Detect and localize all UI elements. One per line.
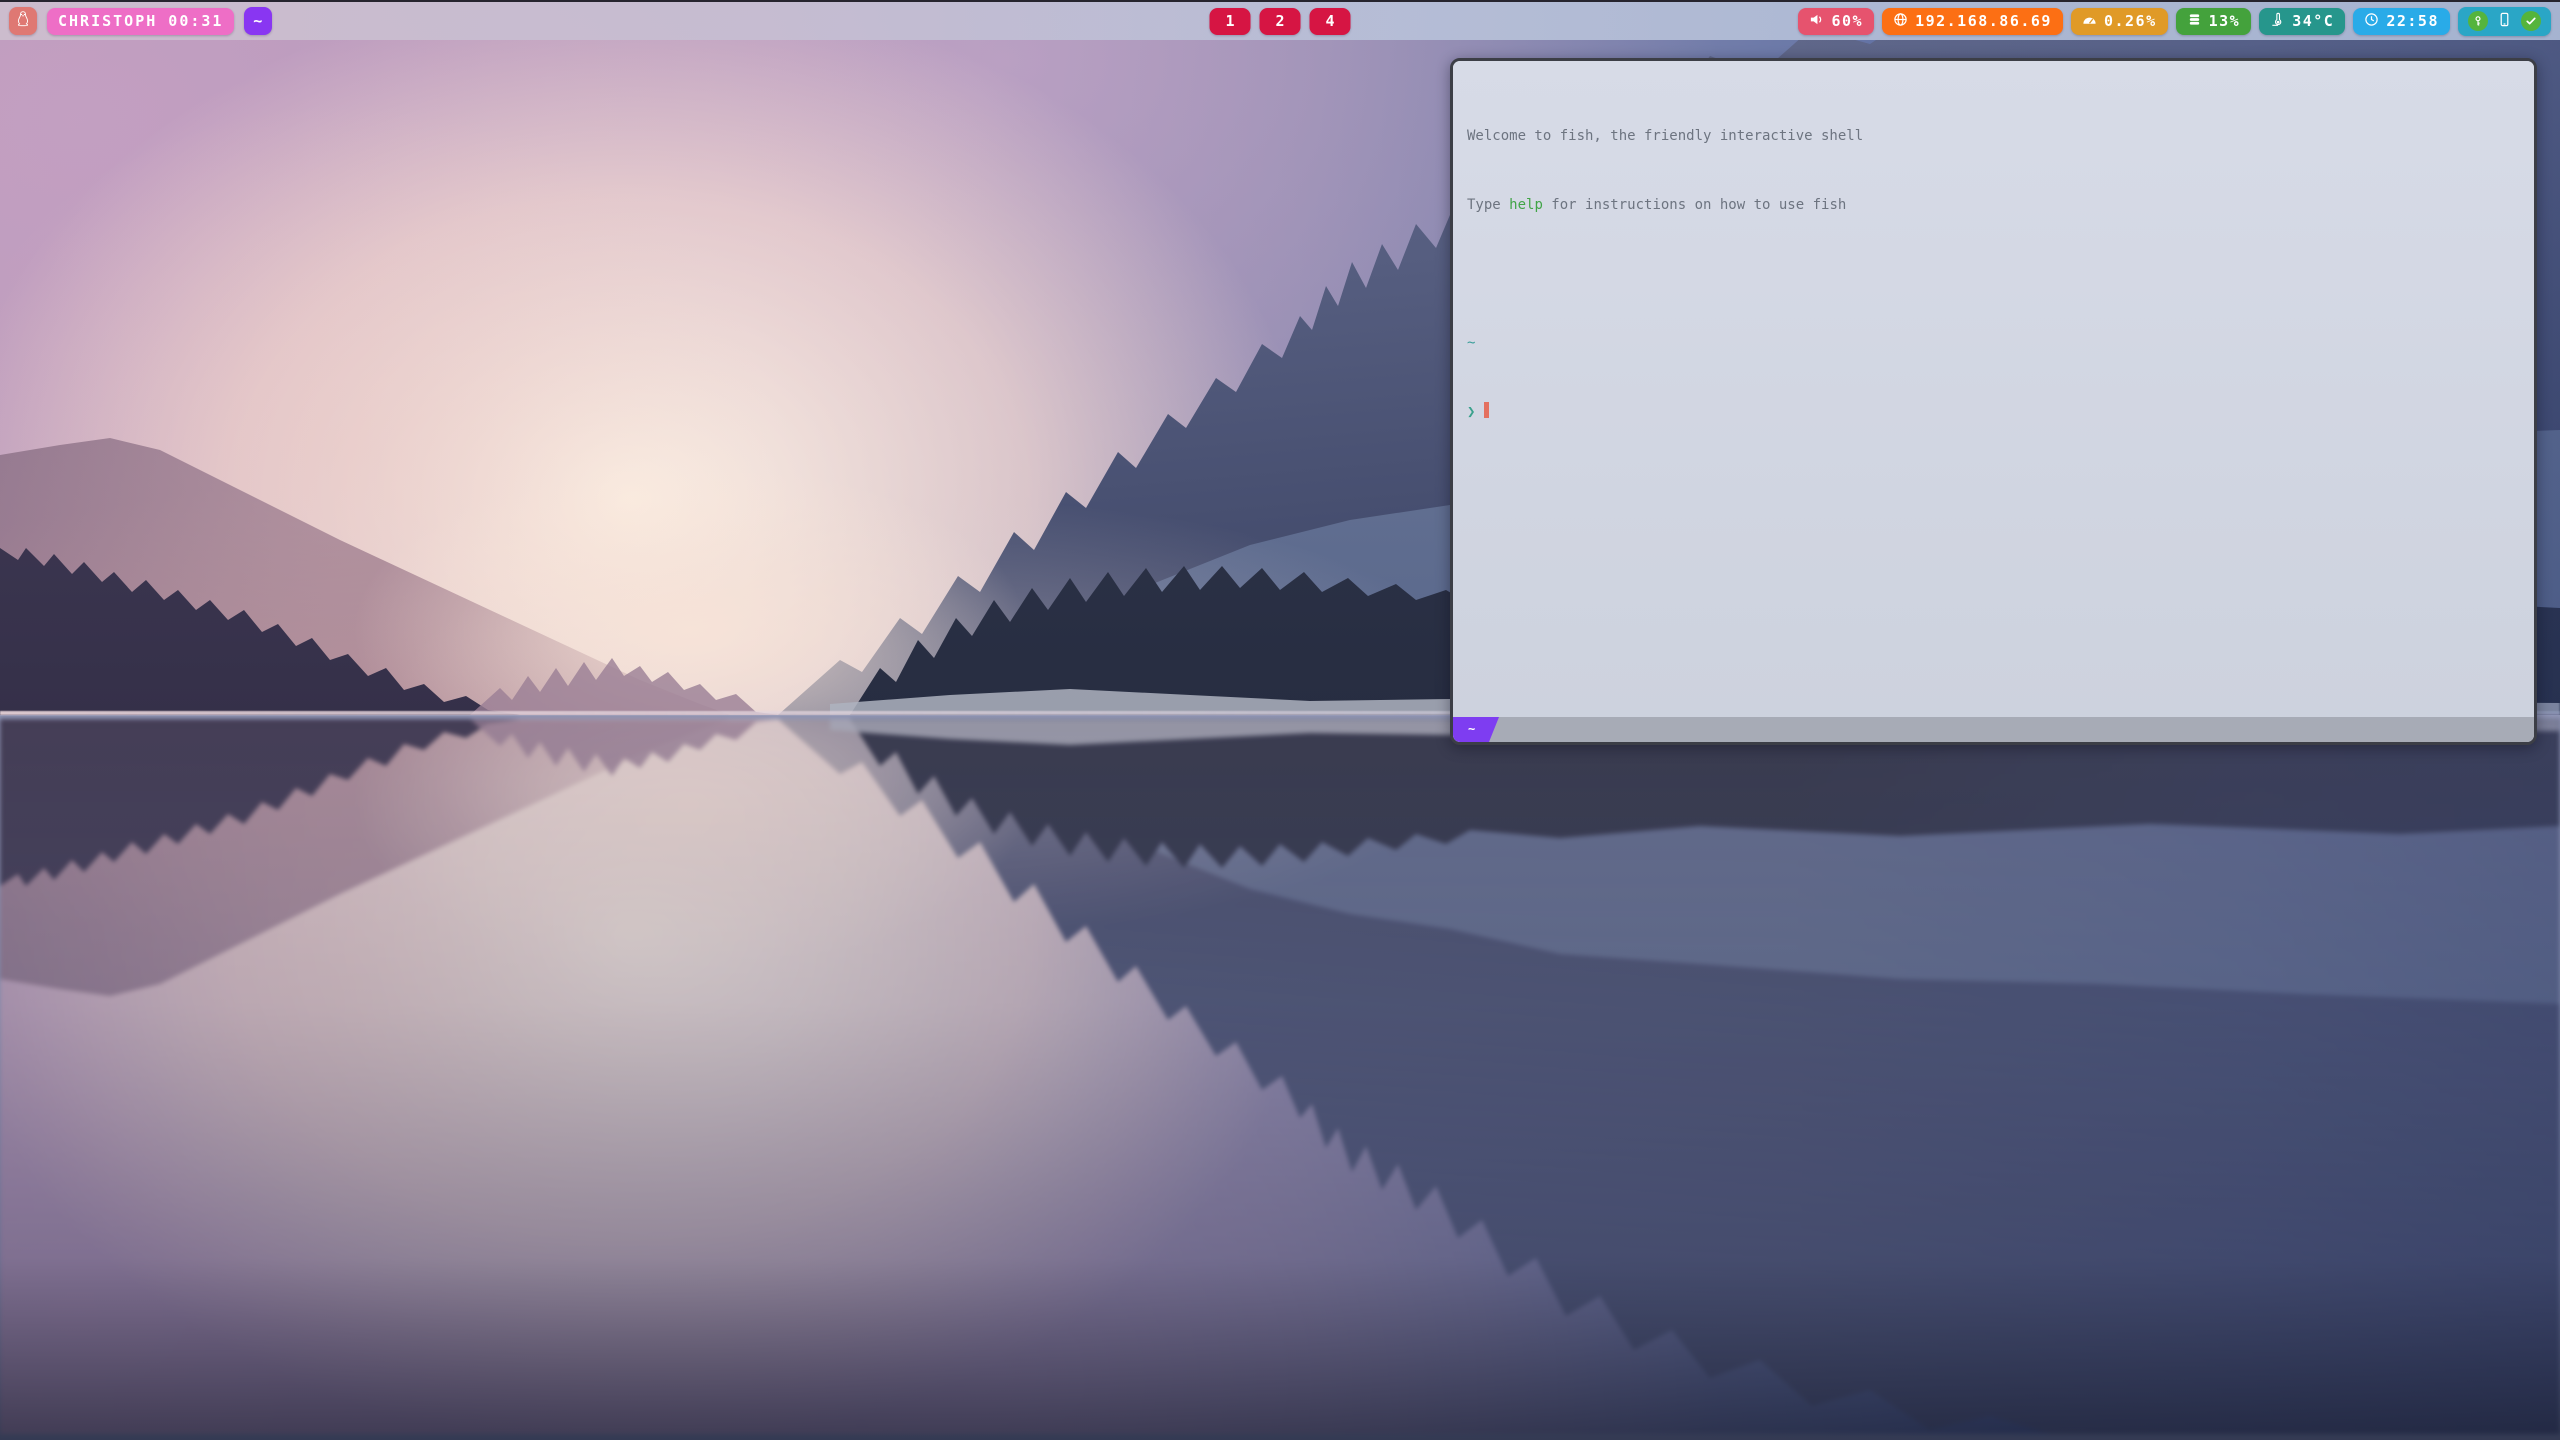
home-dir-label: ~ xyxy=(253,12,264,30)
memory-module[interactable]: 13% xyxy=(2176,8,2252,35)
temperature-value: 34°C xyxy=(2292,12,2334,30)
help-keyword: help xyxy=(1509,197,1543,213)
terminal-prompt-line: ❯ xyxy=(1467,401,2520,424)
workspace-button-2[interactable]: 2 xyxy=(1260,8,1301,35)
cpu-value: 0.26% xyxy=(2104,12,2157,30)
home-dir-badge[interactable]: ~ xyxy=(244,7,272,35)
clock-icon xyxy=(2364,12,2379,31)
terminal-blank-line xyxy=(1467,263,2520,286)
workspace-switcher: 1 2 4 xyxy=(1210,8,1351,35)
thermometer-icon xyxy=(2270,12,2285,31)
terminal-tab-label: ~ xyxy=(1468,722,1475,736)
clock-module[interactable]: 22:58 xyxy=(2353,8,2450,35)
ip-address-value: 192.168.86.69 xyxy=(1915,12,2052,30)
terminal-line-help: Type help for instructions on how to use… xyxy=(1467,194,2520,217)
terminal-window[interactable]: Welcome to fish, the friendly interactiv… xyxy=(1450,58,2537,745)
lake-reflection xyxy=(0,713,2560,1440)
clock-value: 22:58 xyxy=(2386,12,2439,30)
globe-icon xyxy=(1893,12,1908,31)
bar-left-group: CHRISTOPH 00:31 ~ xyxy=(9,7,272,35)
volume-value: 60% xyxy=(1831,12,1863,30)
temperature-module[interactable]: 34°C xyxy=(2259,8,2345,35)
bar-right-group: 60% 192.168.86.69 0.26% 13% xyxy=(1798,7,2551,36)
speaker-icon xyxy=(1809,12,1824,31)
terminal-tab-home[interactable]: ~ xyxy=(1453,717,1499,742)
terminal-cursor xyxy=(1484,402,1489,418)
terminal-tab-bar: ~ xyxy=(1453,717,2534,742)
user-clock-badge[interactable]: CHRISTOPH 00:31 xyxy=(47,8,234,35)
water-tint-overlay xyxy=(0,713,2560,1440)
status-bar: CHRISTOPH 00:31 ~ 1 2 4 60% xyxy=(0,0,2560,40)
terminal-cwd: ~ xyxy=(1467,332,2520,355)
desktop: CHRISTOPH 00:31 ~ 1 2 4 60% xyxy=(0,0,2560,1440)
cpu-module[interactable]: 0.26% xyxy=(2071,8,2168,35)
launcher-button[interactable] xyxy=(9,7,37,35)
phone-icon[interactable] xyxy=(2497,12,2512,31)
terminal-content[interactable]: Welcome to fish, the friendly interactiv… xyxy=(1453,61,2534,717)
system-tray xyxy=(2458,7,2551,36)
tux-penguin-icon xyxy=(13,9,33,33)
terminal-line-welcome: Welcome to fish, the friendly interactiv… xyxy=(1467,125,2520,148)
volume-module[interactable]: 60% xyxy=(1798,8,1874,35)
check-icon[interactable] xyxy=(2521,11,2541,31)
memory-value: 13% xyxy=(2209,12,2241,30)
database-icon xyxy=(2187,12,2202,31)
prompt-chevron: ❯ xyxy=(1467,404,1475,420)
network-module[interactable]: 192.168.86.69 xyxy=(1882,8,2063,35)
workspace-button-1[interactable]: 1 xyxy=(1210,8,1251,35)
workspace-button-4[interactable]: 4 xyxy=(1310,8,1351,35)
key-icon[interactable] xyxy=(2468,11,2488,31)
gauge-icon xyxy=(2082,12,2097,31)
user-clock-label: CHRISTOPH 00:31 xyxy=(58,12,223,30)
